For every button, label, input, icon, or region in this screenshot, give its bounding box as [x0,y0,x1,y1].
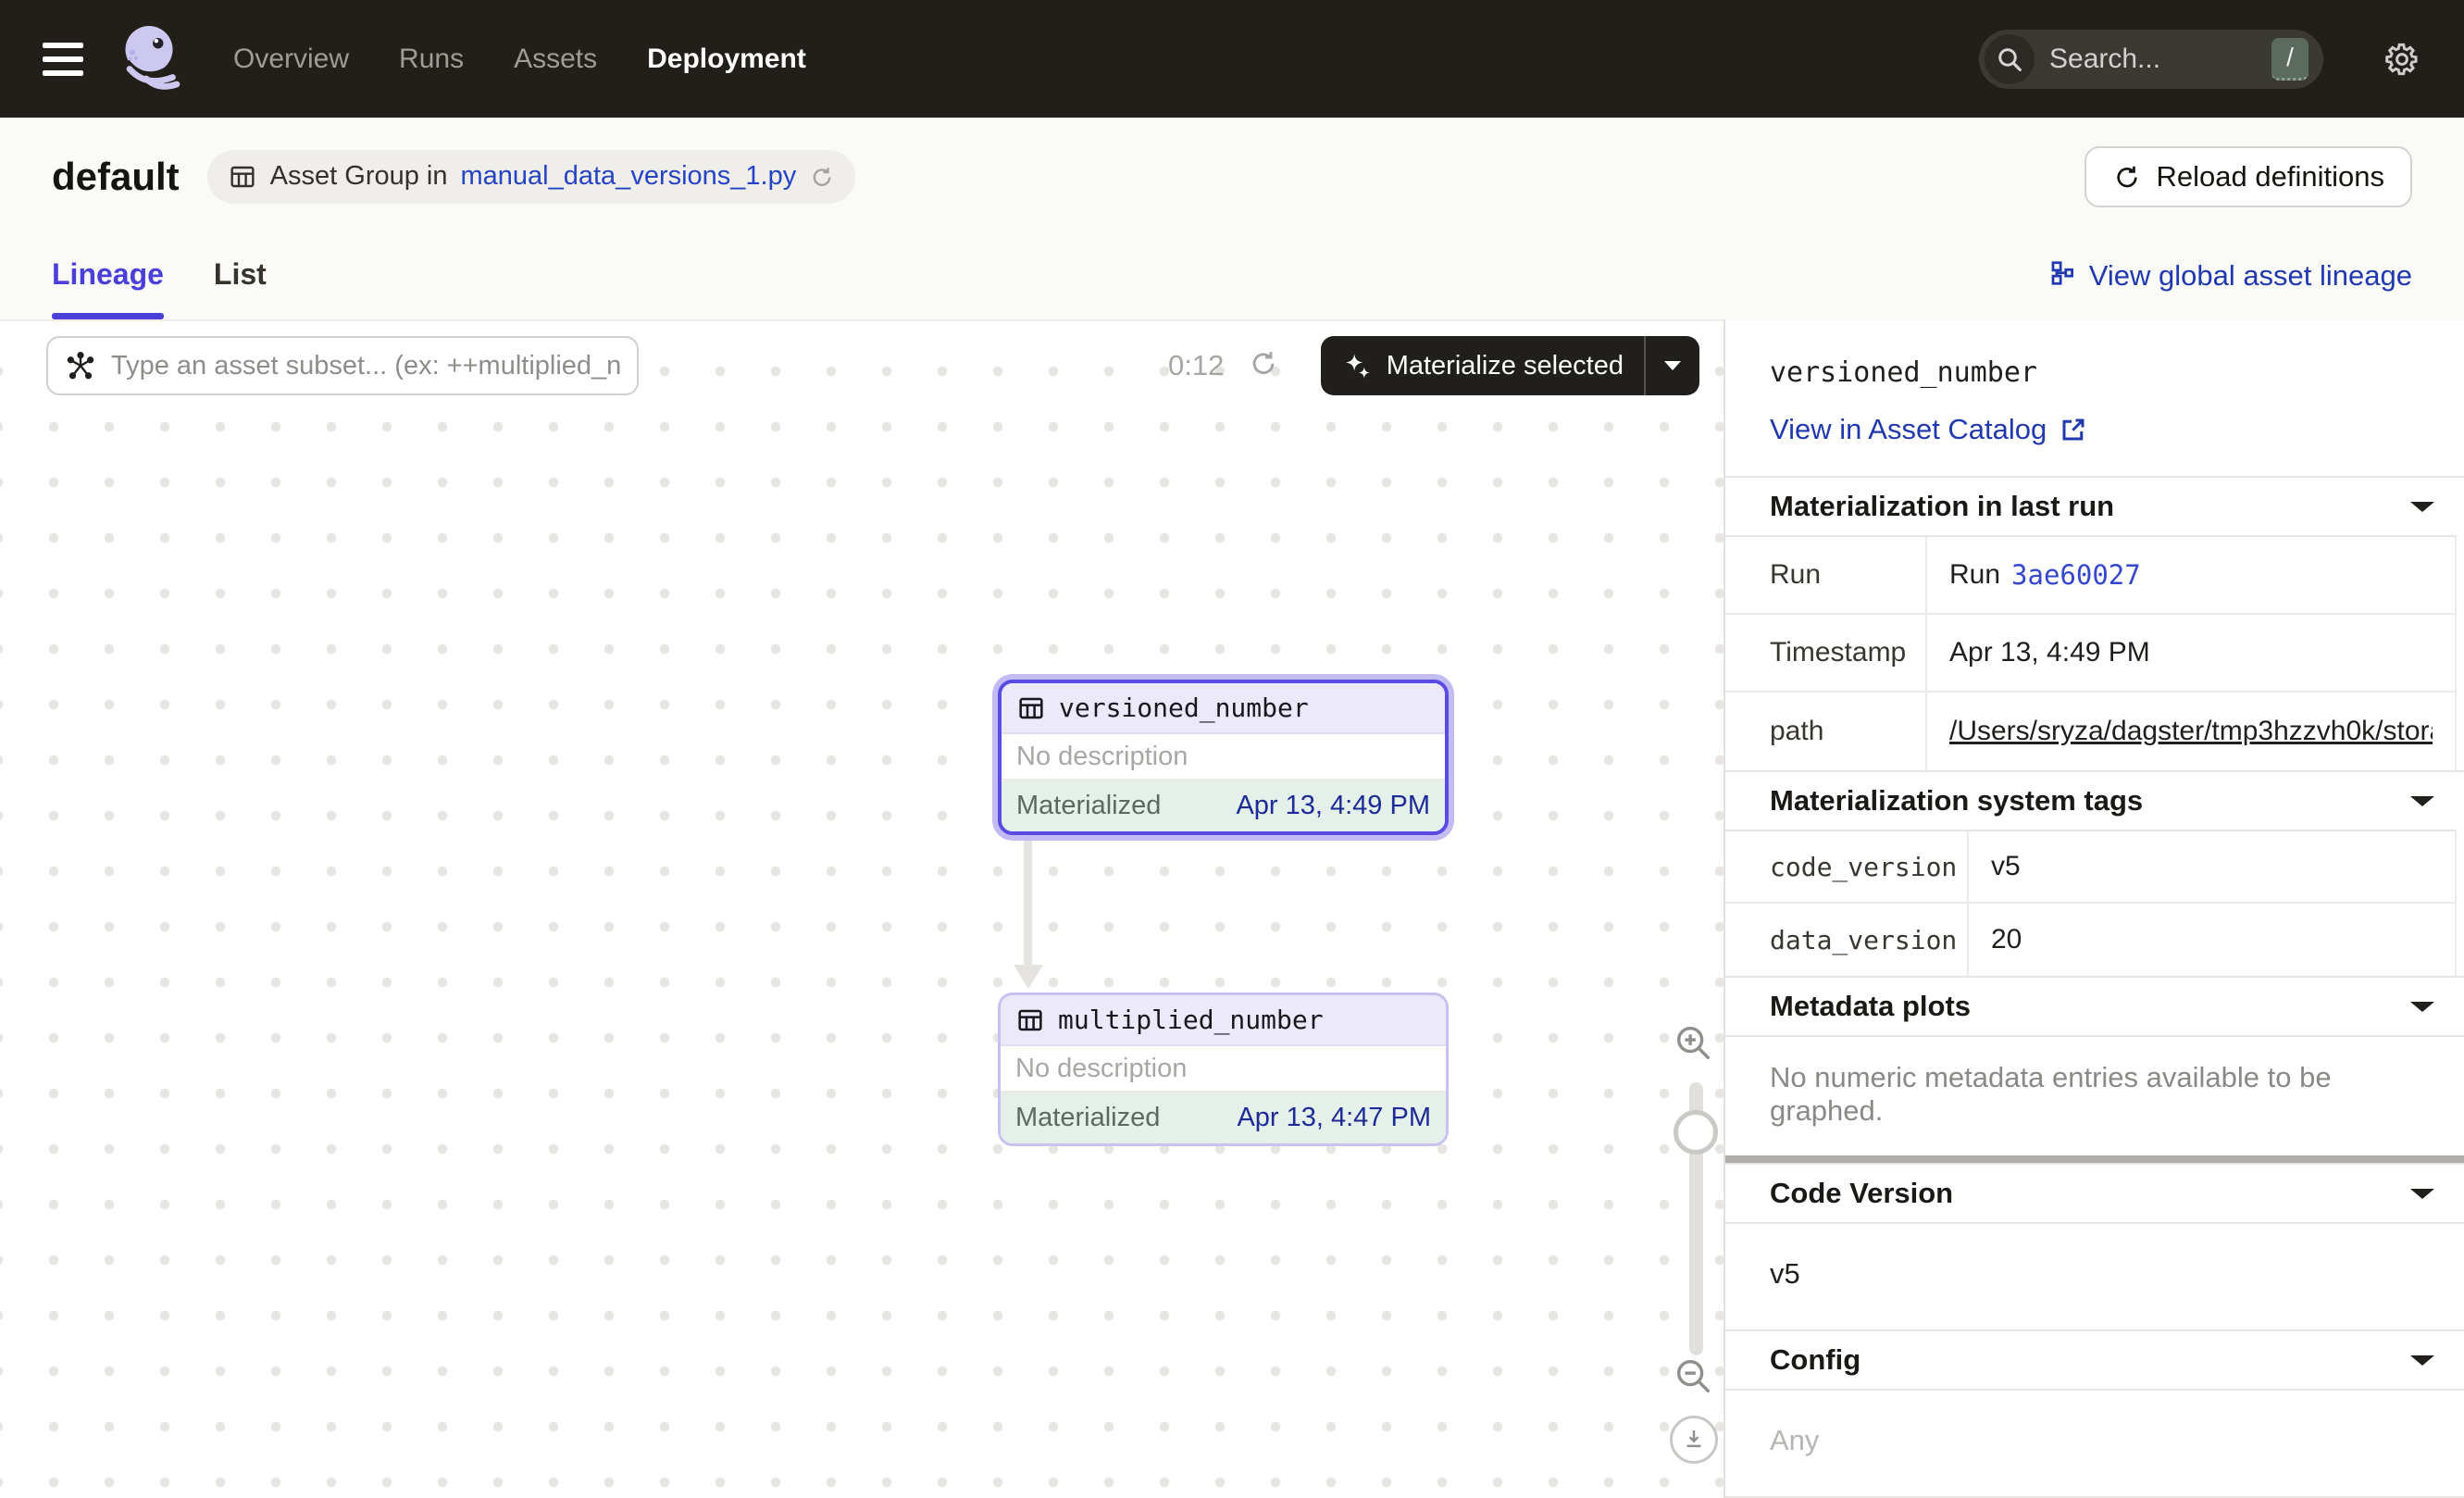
chevron-down-icon [2408,1187,2436,1201]
page-header: default Asset Group in manual_data_versi… [0,118,2464,235]
row-label: path [1725,693,1927,770]
config-value: Any [1725,1389,2464,1496]
reload-icon [2112,162,2142,192]
lineage-edge [1024,835,1032,967]
op-selector-icon [65,350,96,381]
refresh-timer: 0:12 [1168,349,1224,382]
search-shortcut-badge: / [2271,38,2308,81]
view-in-asset-catalog-link[interactable]: View in Asset Catalog [1770,413,2420,446]
nav-item-overview[interactable]: Overview [233,44,349,75]
graph-refresh-icon[interactable] [1248,347,1279,379]
asset-node-name: versioned_number [1059,693,1309,723]
run-id-link[interactable]: 3ae60027 [2011,559,2141,591]
download-graph-icon[interactable] [1670,1416,1718,1464]
section-header-code-version[interactable]: Code Version [1725,1163,2464,1222]
refresh-icon[interactable] [809,164,835,190]
section-title: Materialization system tags [1770,784,2143,818]
table-row-run: Run Run 3ae60027 [1725,537,2455,615]
asset-group-pill: Asset Group in manual_data_versions_1.py [207,150,856,204]
asset-table-icon [1015,1005,1045,1035]
settings-gear-icon[interactable] [2383,40,2421,79]
row-label: Run [1725,537,1927,613]
dagster-logo-icon[interactable] [115,20,189,98]
nav-item-deployment[interactable]: Deployment [647,44,806,75]
asset-node-versioned-number[interactable]: versioned_number No description Material… [998,680,1449,835]
metadata-plots-empty-message: No numeric metadata entries available to… [1725,1035,2464,1155]
chevron-down-icon [2408,1000,2436,1014]
view-global-asset-lineage-label: View global asset lineage [2089,259,2412,293]
zoom-slider-thumb[interactable] [1674,1110,1718,1155]
zoom-out-icon[interactable] [1672,1354,1714,1402]
section-title: Code Version [1770,1177,1953,1210]
timestamp-value: Apr 13, 4:49 PM [1927,615,2455,691]
row-label: data_version [1725,904,1969,976]
asset-node-timestamp[interactable]: Apr 13, 4:47 PM [1237,1103,1431,1133]
lineage-graph-canvas[interactable]: 0:12 Materialize selected [0,319,1724,1498]
hamburger-menu-icon[interactable] [43,43,83,76]
section-header-system-tags[interactable]: Materialization system tags [1725,770,2464,830]
lineage-graph-icon [2048,259,2076,287]
section-title: Config [1770,1343,1860,1377]
section-header-config[interactable]: Config [1725,1329,2464,1389]
materialize-selected-button[interactable]: Materialize selected [1321,336,1699,395]
asset-table-icon [1016,693,1046,723]
materialize-dropdown-caret[interactable] [1646,336,1699,395]
asset-node-status: Materialized [1016,791,1161,821]
row-label: Timestamp [1725,615,1927,691]
section-header-materialization-last-run[interactable]: Materialization in last run [1725,476,2464,535]
materialize-selected-label: Materialize selected [1387,351,1624,381]
asset-subset-input[interactable] [111,351,620,381]
reload-definitions-label: Reload definitions [2157,160,2384,193]
row-value: v5 [1969,831,2455,902]
asset-node-multiplied-number[interactable]: multiplied_number No description Materia… [998,992,1449,1146]
zoom-in-icon[interactable] [1672,1021,1714,1068]
code-version-value: v5 [1725,1222,2464,1329]
run-value-prefix: Run [1949,559,2000,591]
tab-list[interactable]: List [214,235,267,319]
lineage-edge-arrowhead [1014,965,1043,989]
top-navbar: Overview Runs Assets Deployment / [0,0,2464,118]
view-tabs: Lineage List View global asset lineage [0,235,2464,319]
asset-node-timestamp[interactable]: Apr 13, 4:49 PM [1236,791,1430,821]
chevron-down-icon [2408,1354,2436,1367]
global-search[interactable]: / [1979,30,2323,89]
asset-group-file-link[interactable]: manual_data_versions_1.py [461,161,797,192]
nav-item-runs[interactable]: Runs [399,44,464,75]
asset-detail-panel: versioned_number View in Asset Catalog M… [1724,319,2464,1498]
table-row-path: path /Users/sryza/dagster/tmp3hzzvh0k/st… [1725,693,2455,770]
table-row-code-version: code_version v5 [1725,831,2455,904]
chevron-down-icon [2408,794,2436,808]
view-in-asset-catalog-label: View in Asset Catalog [1770,413,2047,446]
asset-subset-filter[interactable] [46,336,639,395]
table-row-data-version: data_version 20 [1725,904,2455,976]
section-header-metadata-plots[interactable]: Metadata plots [1725,976,2464,1035]
asset-group-label: Asset Group in [270,161,448,192]
search-input[interactable] [2049,44,2257,75]
external-link-icon [2060,416,2087,443]
asset-node-description: No description [1002,734,1445,780]
search-icon [1985,34,2035,84]
asset-group-icon [228,162,257,192]
table-row-timestamp: Timestamp Apr 13, 4:49 PM [1725,615,2455,693]
section-title: Metadata plots [1770,990,1971,1023]
row-value: 20 [1969,904,2455,976]
chevron-down-icon [2408,500,2436,514]
asset-node-description: No description [1001,1046,1446,1092]
main-nav: Overview Runs Assets Deployment [233,44,806,75]
reload-definitions-button[interactable]: Reload definitions [2084,146,2412,207]
page-title: default [52,155,180,199]
last-run-table: Run Run 3ae60027 Timestamp Apr 13, 4:49 … [1725,535,2457,770]
sparkle-icon [1341,350,1373,381]
section-title: Materialization in last run [1770,490,2114,523]
row-label: code_version [1725,831,1969,902]
path-link[interactable]: /Users/sryza/dagster/tmp3hzzvh0k/storag [1949,716,2433,747]
system-tags-table: code_version v5 data_version 20 [1725,830,2457,976]
section-divider [1725,1155,2464,1163]
view-global-asset-lineage-link[interactable]: View global asset lineage [2048,235,2412,319]
asset-node-status: Materialized [1015,1103,1160,1133]
panel-asset-title: versioned_number [1770,356,2420,389]
tab-lineage[interactable]: Lineage [52,235,164,319]
nav-item-assets[interactable]: Assets [514,44,597,75]
asset-node-name: multiplied_number [1058,1005,1324,1035]
